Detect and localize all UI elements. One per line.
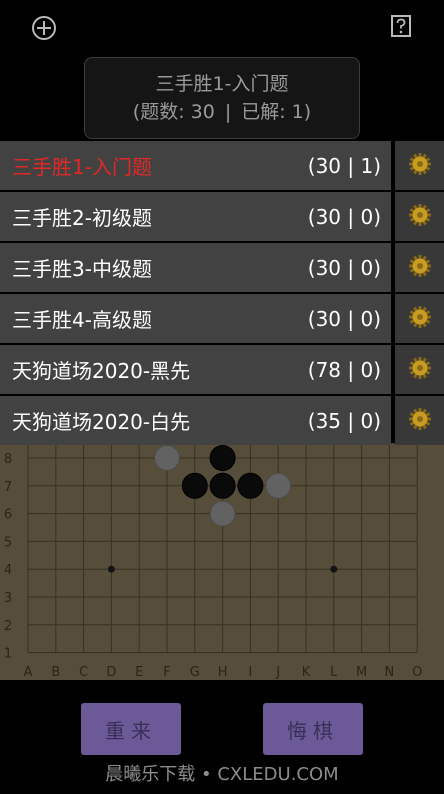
set-name: 天狗道场2020-白先 (12, 410, 191, 434)
set-title: 三手胜1-入门题 (155, 73, 289, 95)
problem-set-row[interactable]: 三手胜3-中级题 (30 | 0) (0, 243, 444, 292)
problem-set-row[interactable]: 三手胜1-入门题 (30 | 1) (0, 141, 444, 190)
solved-count: 已解: 1) (241, 101, 312, 123)
set-score: (30 | 0) (307, 204, 381, 229)
set-score: (30 | 1) (307, 153, 381, 178)
set-score: (35 | 0) (307, 408, 381, 433)
settings-button[interactable] (395, 192, 444, 241)
settings-button[interactable] (395, 141, 444, 190)
set-score: (30 | 0) (307, 306, 381, 331)
watermark: 晨曦乐下载 • CXLEDU.COM (105, 764, 339, 785)
gear-icon (408, 254, 432, 282)
set-score: (78 | 0) (307, 357, 381, 382)
help-icon[interactable] (390, 14, 412, 38)
set-name: 三手胜3-中级题 (12, 257, 152, 281)
gear-icon (408, 203, 432, 231)
stats-divider: | (224, 101, 232, 123)
gear-icon (408, 356, 432, 384)
set-info-panel: 三手胜1-入门题 (题数: 30 | 已解: 1) (84, 57, 360, 139)
settings-button[interactable] (395, 396, 444, 445)
set-name: 天狗道场2020-黑先 (12, 359, 191, 383)
problem-set-row[interactable]: 天狗道场2020-白先 (35 | 0) (0, 396, 444, 445)
gear-icon (408, 305, 432, 333)
set-name: 三手胜1-入门题 (12, 155, 152, 179)
undo-button[interactable]: 悔棋 (263, 703, 363, 755)
problem-count: (题数: 30 (132, 101, 215, 123)
settings-button[interactable] (395, 243, 444, 292)
problem-set-row[interactable]: 天狗道场2020-黑先 (78 | 0) (0, 345, 444, 394)
gear-icon (408, 407, 432, 435)
set-stats: (题数: 30 | 已解: 1) (85, 98, 359, 126)
problem-set-list: 三手胜1-入门题 (30 | 1) 三手胜2-初级题 (30 | 0) 三手胜3-中… (0, 141, 444, 447)
set-name: 三手胜2-初级题 (12, 206, 152, 230)
gear-icon (408, 152, 432, 180)
problem-set-row[interactable]: 三手胜2-初级题 (30 | 0) (0, 192, 444, 241)
set-name: 三手胜4-高级题 (12, 308, 152, 332)
add-icon[interactable] (30, 14, 58, 42)
bottom-bar (0, 680, 444, 736)
settings-button[interactable] (395, 345, 444, 394)
problem-set-row[interactable]: 三手胜4-高级题 (30 | 0) (0, 294, 444, 343)
settings-button[interactable] (395, 294, 444, 343)
restart-button[interactable]: 重来 (81, 703, 181, 755)
set-score: (30 | 0) (307, 255, 381, 280)
